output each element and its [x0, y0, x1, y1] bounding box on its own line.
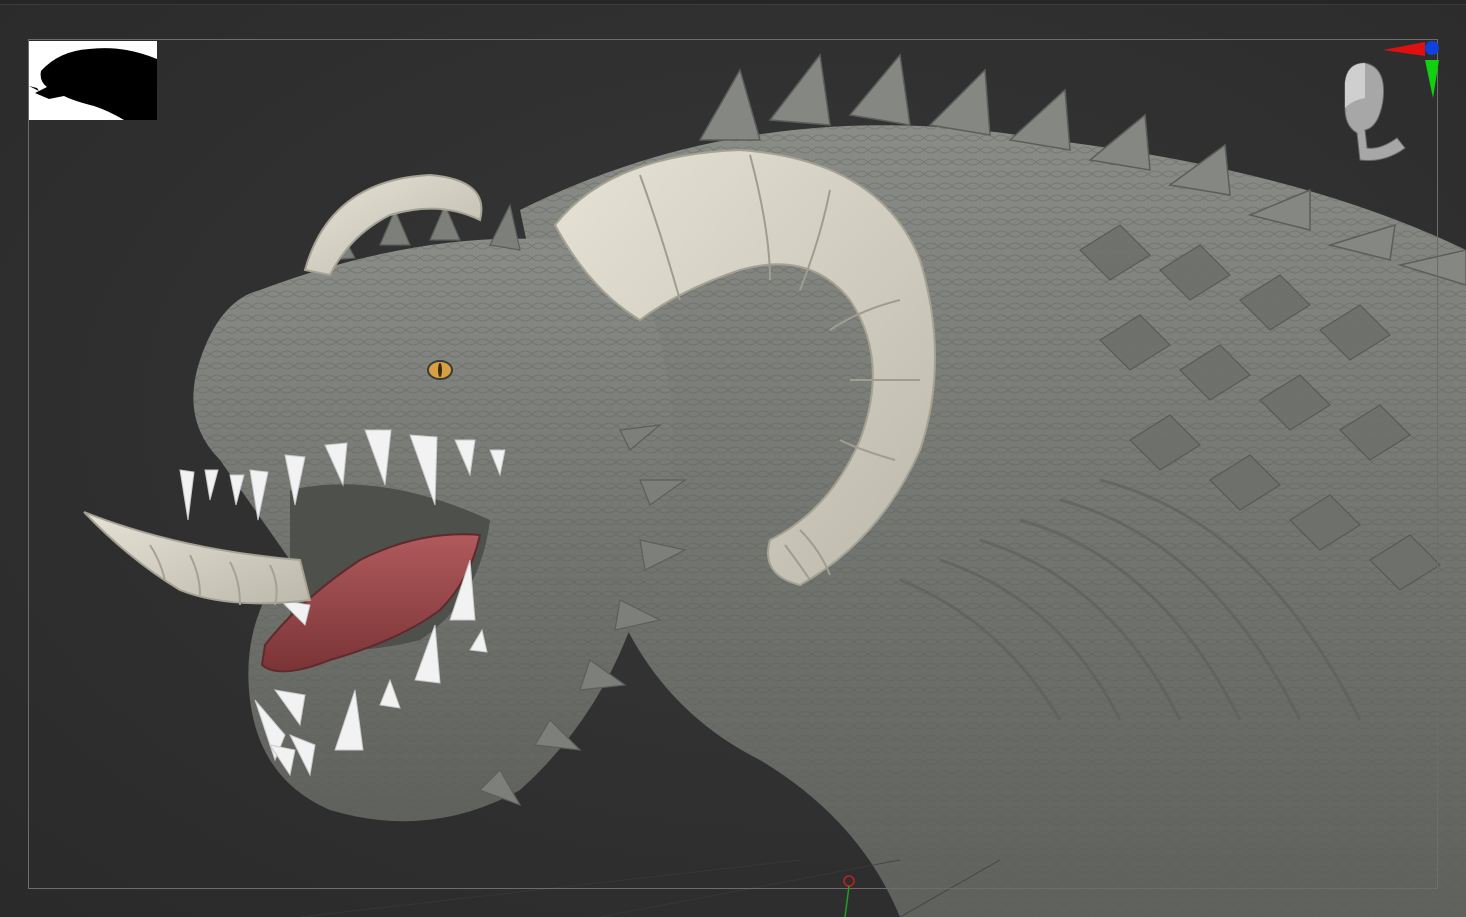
floor-origin-marker	[843, 875, 855, 917]
3d-viewport[interactable]	[0, 0, 1466, 917]
creature-silhouette-icon	[29, 48, 157, 120]
x-axis-arrow-icon	[1383, 42, 1425, 56]
silhouette-thumbnail[interactable]	[29, 41, 157, 120]
z-axis-dot-icon	[1425, 41, 1439, 55]
y-axis-arrow-icon	[1425, 60, 1439, 98]
navigation-gizmo[interactable]	[1335, 38, 1445, 168]
document-frame	[28, 39, 1438, 889]
head-orientation-icon[interactable]	[1335, 38, 1445, 168]
